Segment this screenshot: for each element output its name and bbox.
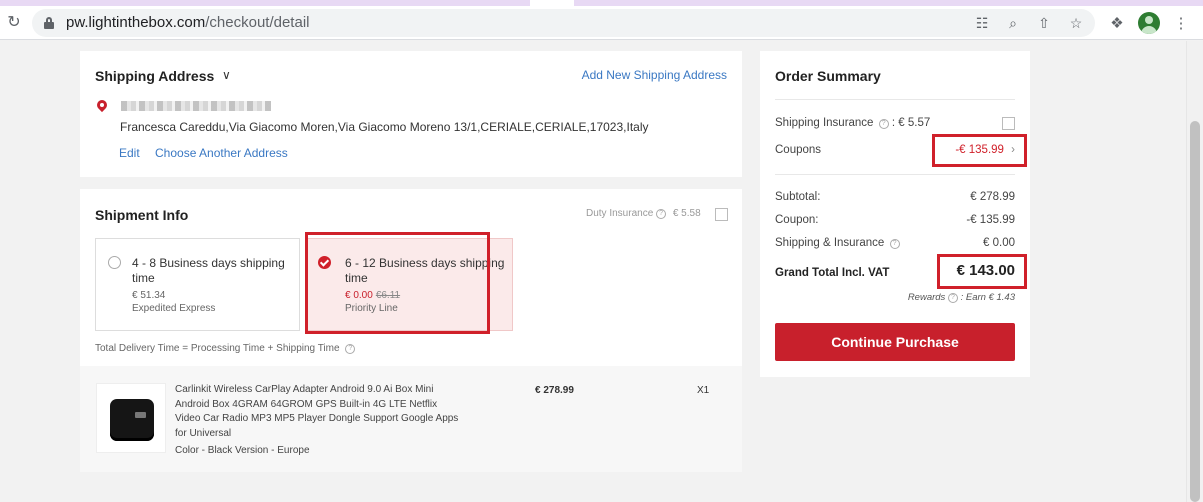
duty-insurance-label: Duty Insurance	[586, 208, 654, 219]
shipping-address-card: Shipping Address ∨ Add New Shipping Addr…	[80, 51, 742, 177]
order-summary-card: Order Summary Shipping Insurance ? : € 5…	[760, 51, 1030, 377]
shipping-option-days: 6 - 12 Business days shipping time	[345, 256, 505, 285]
address-line: Francesca Careddu,Via Giacomo Moren,Via …	[120, 120, 649, 134]
url-host: pw.lightinthebox.com	[66, 14, 206, 31]
shipping-option-express[interactable]: 4 - 8 Business days shipping time € 51.3…	[95, 238, 300, 331]
shipping-address-title: Shipping Address	[95, 68, 215, 84]
shipping-insurance-total-row: Shipping & Insurance ?	[775, 237, 900, 249]
subtotal-label: Subtotal:	[775, 191, 821, 203]
bookmark-star-icon[interactable]: ☆	[1066, 13, 1086, 33]
subtotal-value: € 278.99	[970, 191, 1015, 203]
divider	[775, 174, 1015, 175]
shipping-price-old: €6.11	[375, 290, 401, 301]
help-icon[interactable]: ?	[947, 293, 958, 303]
reload-icon[interactable]: ↻	[4, 13, 24, 33]
shipping-option-priority[interactable]: 6 - 12 Business days shipping time € 0.0…	[305, 238, 513, 331]
help-icon[interactable]: ?	[878, 119, 889, 129]
shipping-and-insurance-label: Shipping & Insurance	[775, 237, 885, 249]
browser-toolbar: ↻ pw.lightinthebox.com/checkout/detail ☷…	[0, 6, 1203, 40]
shipping-insurance-value: : € 5.57	[891, 117, 931, 129]
address-bar[interactable]: pw.lightinthebox.com/checkout/detail ☷ ⌕…	[32, 9, 1095, 37]
shipping-insurance-row: Shipping Insurance ? : € 5.57	[775, 117, 930, 129]
shipping-option-price: € 0.00 €6.11	[345, 290, 400, 301]
redacted-contact	[121, 101, 271, 111]
coupons-value: -€ 135.99	[955, 144, 1004, 156]
shipment-info-title: Shipment Info	[95, 207, 189, 223]
share-icon[interactable]: ⇧	[1034, 13, 1054, 33]
grand-total-label: Grand Total Incl. VAT	[775, 267, 890, 279]
url-text[interactable]: pw.lightinthebox.com/checkout/detail	[66, 14, 309, 31]
delivery-time-note: Total Delivery Time = Processing Time + …	[95, 343, 356, 354]
divider	[775, 99, 1015, 100]
lock-icon[interactable]	[44, 17, 54, 29]
extensions-icon[interactable]: ❖	[1106, 13, 1128, 35]
scrollbar-thumb[interactable]	[1190, 121, 1200, 502]
profile-avatar[interactable]	[1138, 12, 1160, 34]
grand-total-value: € 143.00	[956, 262, 1015, 279]
shipping-option-days: 4 - 8 Business days shipping time	[132, 256, 285, 285]
radio-checked-icon[interactable]	[318, 256, 331, 269]
shipping-option-method: Expedited Express	[132, 303, 216, 314]
product-quantity: X1	[697, 385, 710, 396]
delivery-note-text: Total Delivery Time = Processing Time + …	[95, 343, 340, 354]
carplay-dongle-image	[110, 399, 154, 441]
url-path: /checkout/detail	[205, 14, 310, 31]
shipping-insurance-label: Shipping Insurance	[775, 117, 874, 129]
coupons-selector[interactable]: -€ 135.99 ›	[955, 144, 1015, 156]
shipping-price-current: € 0.00	[345, 290, 373, 301]
shipping-option-method: Priority Line	[345, 303, 398, 314]
shipping-option-price: € 51.34	[132, 290, 166, 301]
edit-address-link[interactable]: Edit	[119, 146, 140, 160]
page-scrollbar[interactable]	[1186, 41, 1203, 502]
chevron-down-icon[interactable]: ∨	[222, 68, 231, 82]
menu-kebab-icon[interactable]: ⋮	[1170, 13, 1192, 35]
help-icon[interactable]: ?	[656, 209, 667, 219]
product-variant: Color - Black Version - Europe	[175, 445, 310, 456]
coupon-value: -€ 135.99	[966, 214, 1015, 226]
coupon-label: Coupon:	[775, 214, 819, 226]
choose-another-address-link[interactable]: Choose Another Address	[155, 146, 288, 160]
product-title[interactable]: Carlinkit Wireless CarPlay Adapter Andro…	[175, 383, 465, 442]
order-summary-title: Order Summary	[775, 68, 881, 84]
rewards-label: Rewards	[907, 292, 946, 303]
rewards-note: Rewards ? : Earn € 1.43	[908, 292, 1015, 303]
chevron-right-icon: ›	[1011, 144, 1015, 156]
rewards-value: : Earn € 1.43	[960, 292, 1015, 303]
duty-insurance-checkbox[interactable]	[715, 208, 728, 221]
product-price: € 278.99	[535, 385, 574, 396]
help-icon[interactable]: ?	[345, 344, 356, 354]
product-row: Carlinkit Wireless CarPlay Adapter Andro…	[80, 366, 742, 472]
coupons-label: Coupons	[775, 144, 822, 156]
shipment-info-card: Shipment Info Duty Insurance ? € 5.58 4 …	[80, 189, 742, 366]
continue-purchase-button[interactable]: Continue Purchase	[775, 323, 1015, 361]
radio-button[interactable]	[108, 256, 121, 269]
location-pin-icon	[94, 97, 110, 114]
translate-icon[interactable]: ☷	[972, 13, 992, 33]
product-image[interactable]	[96, 383, 166, 453]
add-new-address-link[interactable]: Add New Shipping Address	[582, 68, 727, 82]
help-icon[interactable]: ?	[889, 239, 900, 249]
duty-insurance: Duty Insurance ? € 5.58	[586, 208, 701, 219]
shipping-and-insurance-value: € 0.00	[983, 237, 1015, 249]
duty-insurance-price: € 5.58	[672, 208, 701, 219]
shipping-insurance-checkbox[interactable]	[1002, 117, 1015, 130]
zoom-icon[interactable]: ⌕	[1003, 13, 1023, 33]
